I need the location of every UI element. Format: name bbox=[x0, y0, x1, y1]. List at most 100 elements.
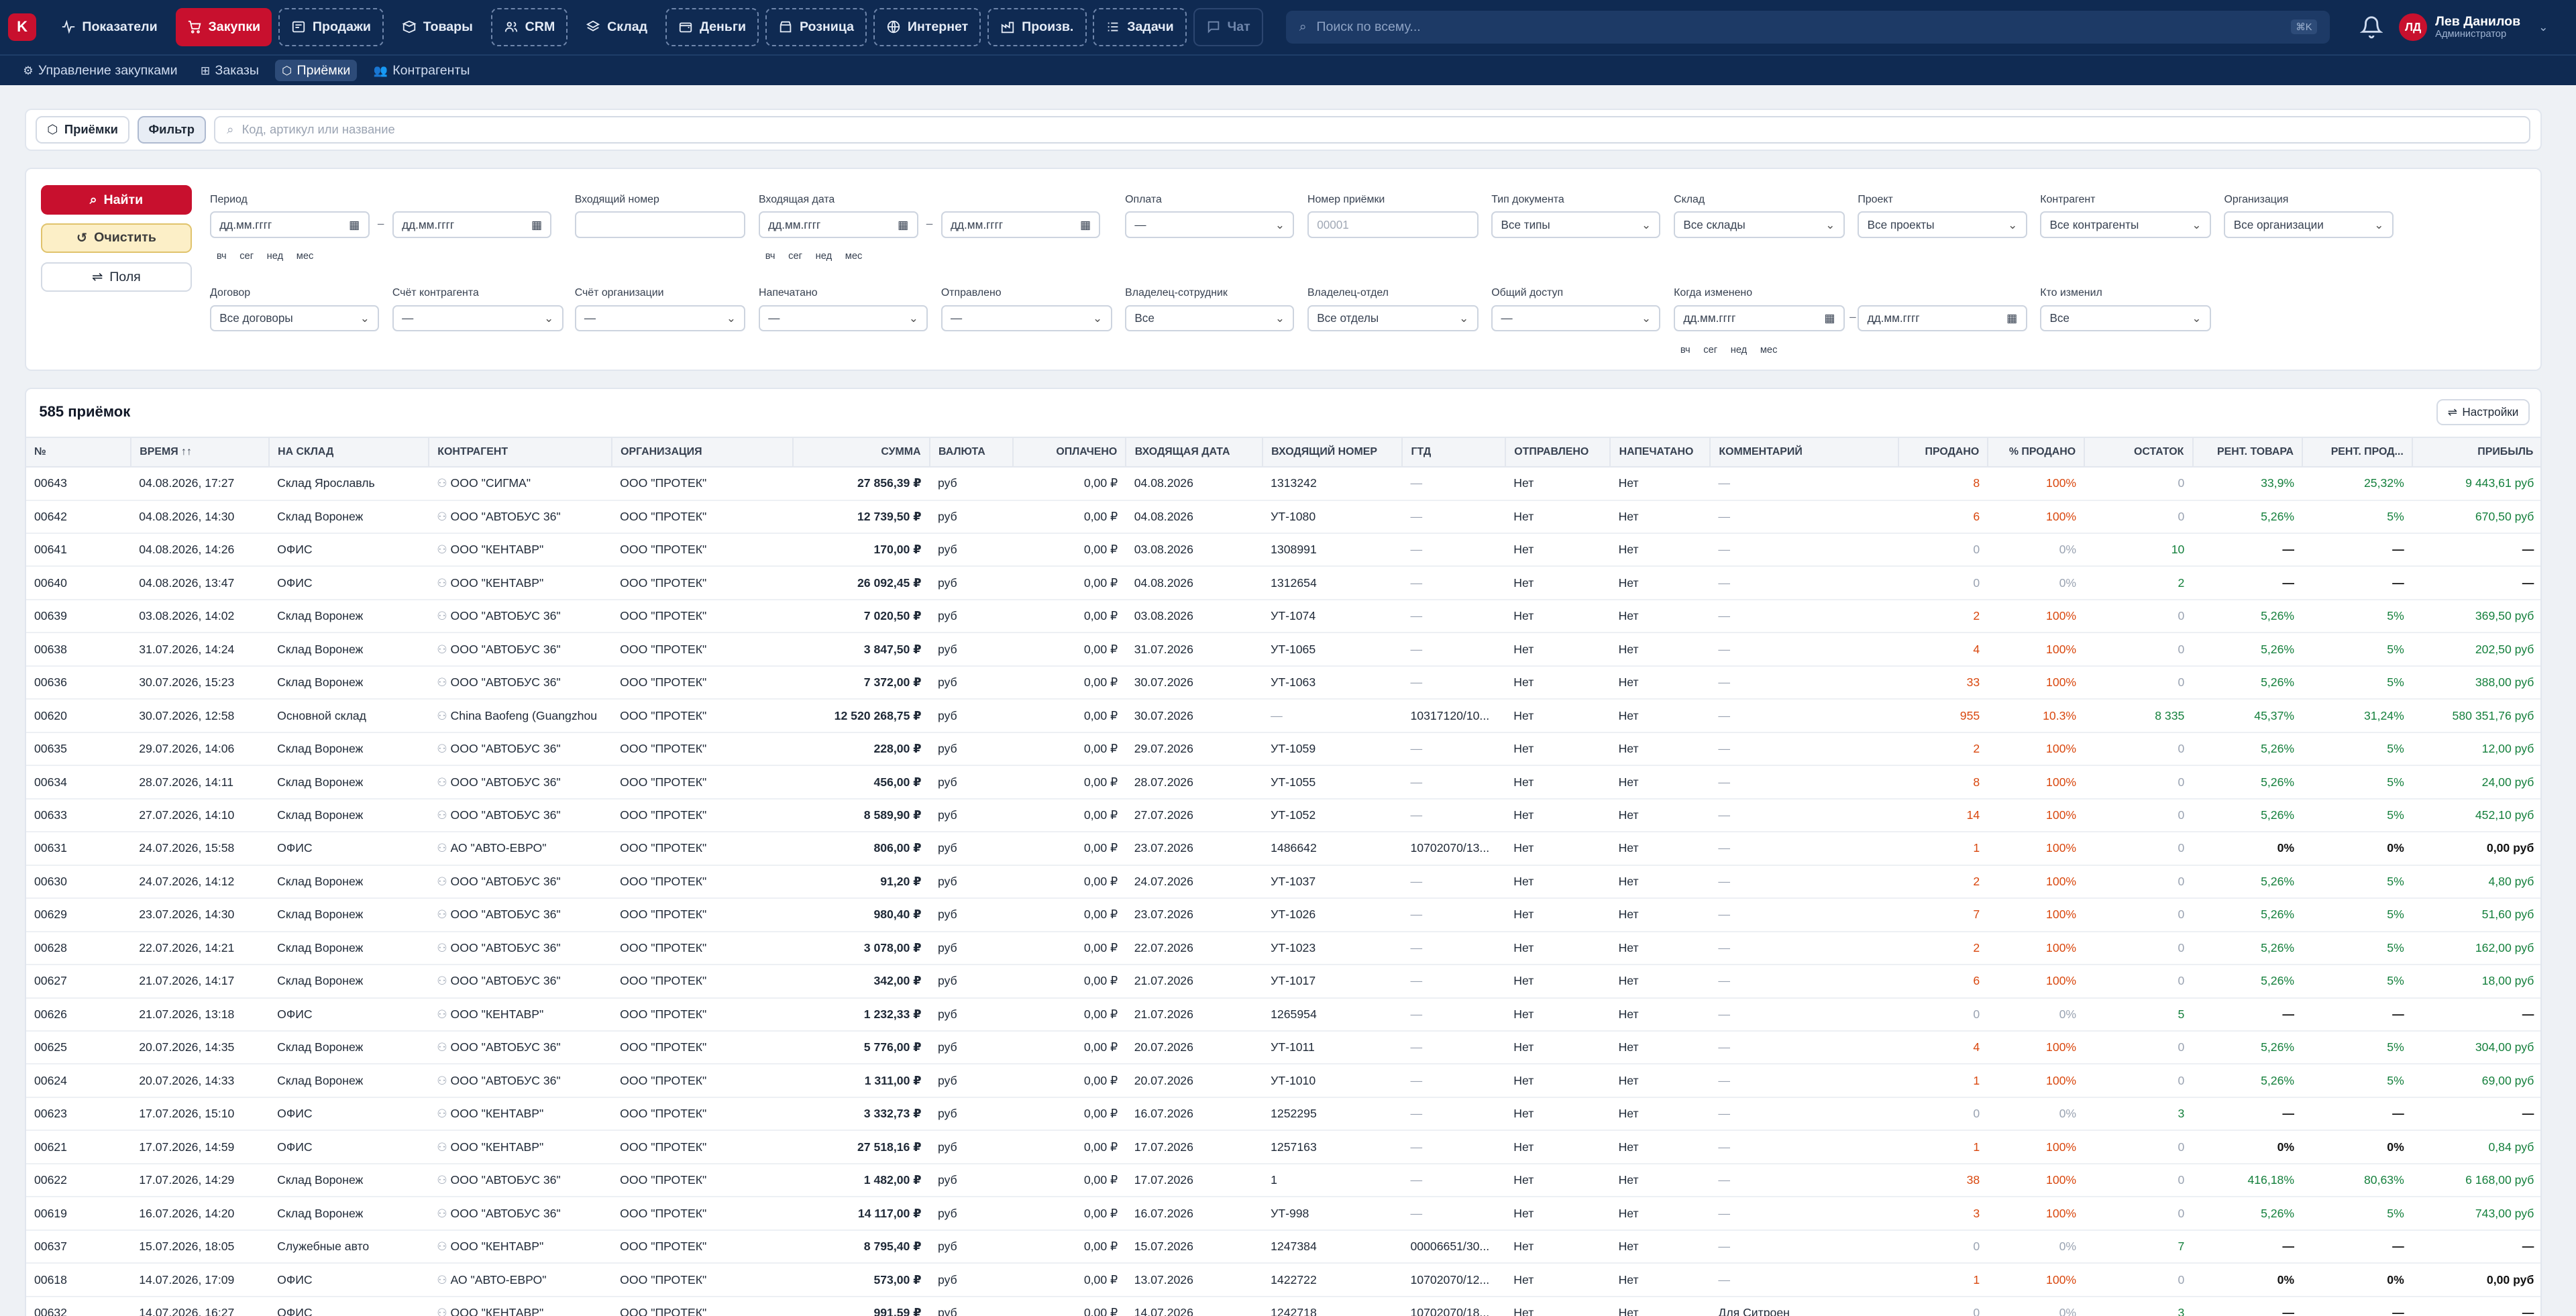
table-row[interactable]: 00637 15.07.2026, 18:05 Служебные авто ⚇ ООО… bbox=[25, 1229, 2540, 1264]
table-row[interactable]: 00626 21.07.2026, 13:18 ОФИС ⚇ ООО "КЕНТАВР"… bbox=[25, 997, 2540, 1032]
nav-factory[interactable]: Произв. bbox=[987, 8, 1087, 46]
filter-button[interactable]: Фильтр bbox=[137, 115, 206, 144]
table-row[interactable]: 00621 17.07.2026, 14:59 ОФИС ⚇ ООО "КЕНТАВР"… bbox=[25, 1130, 2540, 1164]
column-header[interactable]: ОТПРАВЛЕНО bbox=[1505, 436, 1611, 468]
table-row[interactable]: 00641 04.08.2026, 14:26 ОФИС ⚇ ООО "КЕНТАВР"… bbox=[25, 533, 2540, 567]
table-row[interactable]: 00619 16.07.2026, 14:20 Склад Воронеж ⚇ ООО … bbox=[25, 1197, 2540, 1231]
quick-month[interactable]: мес bbox=[845, 251, 863, 262]
nav-cart[interactable]: Закупки bbox=[175, 8, 272, 46]
table-row[interactable]: 00634 28.07.2026, 14:11 Склад Воронеж ⚇ ООО … bbox=[25, 765, 2540, 800]
incoming-number-input[interactable] bbox=[574, 211, 746, 238]
warehouse-select[interactable]: Все склады ⌄ bbox=[1674, 211, 1845, 238]
table-row[interactable]: 00635 29.07.2026, 14:06 Склад Воронеж ⚇ ООО … bbox=[25, 732, 2540, 767]
table-row[interactable]: 00627 21.07.2026, 14:17 Склад Воронеж ⚇ ООО … bbox=[25, 965, 2540, 999]
column-header[interactable]: № bbox=[25, 436, 132, 468]
table-row[interactable]: 00623 17.07.2026, 15:10 ОФИС ⚇ ООО "КЕНТАВР"… bbox=[25, 1097, 2540, 1132]
period-from-input[interactable]: дд.мм.гггг ▦ bbox=[210, 211, 370, 238]
doc-type-select[interactable]: Все типы ⌄ bbox=[1491, 211, 1661, 238]
column-header[interactable]: ПРИБЫЛЬ bbox=[2412, 436, 2540, 468]
nav-wallet[interactable]: Деньги bbox=[665, 8, 759, 46]
global-search-input[interactable]: ⌕ Поиск по всему... ⌘K bbox=[1286, 10, 2330, 44]
quick-today[interactable]: сег bbox=[788, 251, 802, 262]
subnav-item-2[interactable]: ⬡ Приёмки bbox=[275, 59, 358, 82]
table-row[interactable]: 00636 30.07.2026, 15:23 Склад Воронеж ⚇ ООО … bbox=[25, 665, 2540, 700]
table-row[interactable]: 00630 24.07.2026, 14:12 Склад Воронеж ⚇ ООО … bbox=[25, 865, 2540, 899]
period-to-input[interactable]: дд.мм.гггг ▦ bbox=[392, 211, 552, 238]
table-row[interactable]: 00643 04.08.2026, 17:27 Склад Ярославль ⚇ ОО… bbox=[25, 467, 2540, 501]
table-row[interactable]: 00631 24.07.2026, 15:58 ОФИС ⚇ АО "АВТО-ЕВРО… bbox=[25, 832, 2540, 866]
column-header[interactable]: СУММА bbox=[793, 436, 930, 468]
table-row[interactable]: 00640 04.08.2026, 13:47 ОФИС ⚇ ООО "КЕНТАВР"… bbox=[25, 566, 2540, 600]
nav-layers[interactable]: Склад bbox=[574, 8, 659, 46]
column-header[interactable]: ОРГАНИЗАЦИЯ bbox=[611, 436, 794, 468]
nav-store[interactable]: Розница bbox=[765, 8, 867, 46]
subnav-item-3[interactable]: 👥 Контрагенты bbox=[367, 60, 477, 82]
column-header[interactable]: ГТД bbox=[1402, 436, 1507, 468]
user-menu[interactable]: ЛД Лев Данилов Администратор ⌄ bbox=[2399, 13, 2568, 42]
table-row[interactable]: 00638 31.07.2026, 14:24 Склад Воронеж ⚇ ООО … bbox=[25, 633, 2540, 667]
subnav-item-1[interactable]: ⊞ Заказы bbox=[194, 60, 266, 82]
column-header[interactable]: % ПРОДАНО bbox=[1988, 436, 2086, 468]
quick-yesterday[interactable]: вч bbox=[1680, 345, 1690, 355]
bell-icon[interactable] bbox=[2359, 15, 2383, 39]
column-header[interactable]: ВРЕМЯ ↑↑ bbox=[131, 436, 270, 468]
contract-select[interactable]: Все договоры ⌄ bbox=[210, 305, 380, 332]
incoming-date-to-input[interactable]: дд.мм.гггг ▦ bbox=[941, 211, 1101, 238]
column-header[interactable]: КОНТРАГЕНТ bbox=[429, 436, 612, 468]
quick-yesterday[interactable]: вч bbox=[217, 251, 227, 262]
find-button[interactable]: ⌕ Найти bbox=[40, 185, 193, 215]
column-header[interactable]: РЕНТ. ТОВАРА bbox=[2192, 436, 2304, 468]
table-row[interactable]: 00628 22.07.2026, 14:21 Склад Воронеж ⚇ ООО … bbox=[25, 931, 2540, 966]
table-row[interactable]: 00618 14.07.2026, 17:09 ОФИС ⚇ АО "АВТО-ЕВРО… bbox=[25, 1263, 2540, 1297]
quick-week[interactable]: нед bbox=[267, 251, 284, 262]
quick-today[interactable]: сег bbox=[1703, 345, 1717, 355]
column-header[interactable]: ВХОДЯЩИЙ НОМЕР bbox=[1262, 436, 1403, 468]
table-settings-button[interactable]: ⇌ Настройки bbox=[2436, 398, 2530, 425]
quick-week[interactable]: нед bbox=[816, 251, 833, 262]
table-row[interactable]: 00624 20.07.2026, 14:33 Склад Воронеж ⚇ ООО … bbox=[25, 1064, 2540, 1098]
nav-activity[interactable]: Показатели bbox=[49, 8, 168, 46]
quick-yesterday[interactable]: вч bbox=[765, 251, 775, 262]
quick-today[interactable]: сег bbox=[239, 251, 254, 262]
column-header[interactable]: ПРОДАНО bbox=[1898, 436, 1989, 468]
printed-select[interactable]: — ⌄ bbox=[758, 305, 928, 332]
quick-week[interactable]: нед bbox=[1731, 345, 1748, 355]
incoming-date-from-input[interactable]: дд.мм.гггг ▦ bbox=[758, 211, 918, 238]
nav-sales[interactable]: Продажи bbox=[278, 8, 384, 46]
fields-button[interactable]: ⇌ Поля bbox=[40, 262, 193, 292]
counterparty-select[interactable]: Все контрагенты ⌄ bbox=[2040, 211, 2211, 238]
changed-from-input[interactable]: дд.мм.гггг ▦ bbox=[1674, 305, 1845, 332]
table-row[interactable]: 00629 23.07.2026, 14:30 Склад Воронеж ⚇ ООО … bbox=[25, 898, 2540, 932]
column-header[interactable]: КОММЕНТАРИЙ bbox=[1710, 436, 1899, 468]
nav-box[interactable]: Товары bbox=[390, 8, 484, 46]
table-row[interactable]: 00625 20.07.2026, 14:35 Склад Воронеж ⚇ ООО … bbox=[25, 1031, 2540, 1065]
table-row[interactable]: 00620 30.07.2026, 12:58 Основной склад ⚇ Chi… bbox=[25, 699, 2540, 733]
sent-select[interactable]: — ⌄ bbox=[941, 305, 1112, 332]
table-row[interactable]: 00639 03.08.2026, 14:02 Склад Воронеж ⚇ ООО … bbox=[25, 599, 2540, 634]
subnav-item-0[interactable]: ⚙ Управление закупками bbox=[16, 60, 184, 82]
column-header[interactable]: НА СКЛАД bbox=[268, 436, 430, 468]
column-header[interactable]: НАПЕЧАТАНО bbox=[1610, 436, 1711, 468]
table-row[interactable]: 00633 27.07.2026, 14:10 Склад Воронеж ⚇ ООО … bbox=[25, 798, 2540, 833]
column-header[interactable]: РЕНТ. ПРОД... bbox=[2302, 436, 2413, 468]
quick-month[interactable]: мес bbox=[1760, 345, 1778, 355]
nav-users[interactable]: CRM bbox=[490, 8, 568, 46]
changed-to-input[interactable]: дд.мм.гггг ▦ bbox=[1858, 305, 2027, 332]
payment-select[interactable]: — ⌄ bbox=[1125, 211, 1295, 238]
column-header[interactable]: ВАЛЮТА bbox=[929, 436, 1014, 468]
table-row[interactable]: 00622 17.07.2026, 14:29 Склад Воронеж ⚇ ООО … bbox=[25, 1163, 2540, 1198]
changed-who-select[interactable]: Все ⌄ bbox=[2040, 305, 2211, 332]
quick-month[interactable]: мес bbox=[297, 251, 314, 262]
app-logo[interactable]: K bbox=[8, 13, 36, 42]
organization-select[interactable]: Все организации ⌄ bbox=[2224, 211, 2394, 238]
nav-tasks[interactable]: Задачи bbox=[1093, 8, 1187, 46]
column-header[interactable]: ОСТАТОК bbox=[2084, 436, 2194, 468]
nav-globe[interactable]: Интернет bbox=[873, 8, 981, 46]
owner-employee-select[interactable]: Все ⌄ bbox=[1125, 305, 1295, 332]
project-select[interactable]: Все проекты ⌄ bbox=[1858, 211, 2027, 238]
receipt-number-input[interactable]: 00001 bbox=[1307, 211, 1479, 238]
table-row[interactable]: 00642 04.08.2026, 14:30 Склад Воронеж ⚇ ООО … bbox=[25, 500, 2540, 534]
shared-select[interactable]: — ⌄ bbox=[1491, 305, 1661, 332]
org-account-select[interactable]: — ⌄ bbox=[574, 305, 746, 332]
column-header[interactable]: ВХОДЯЩАЯ ДАТА bbox=[1126, 436, 1263, 468]
